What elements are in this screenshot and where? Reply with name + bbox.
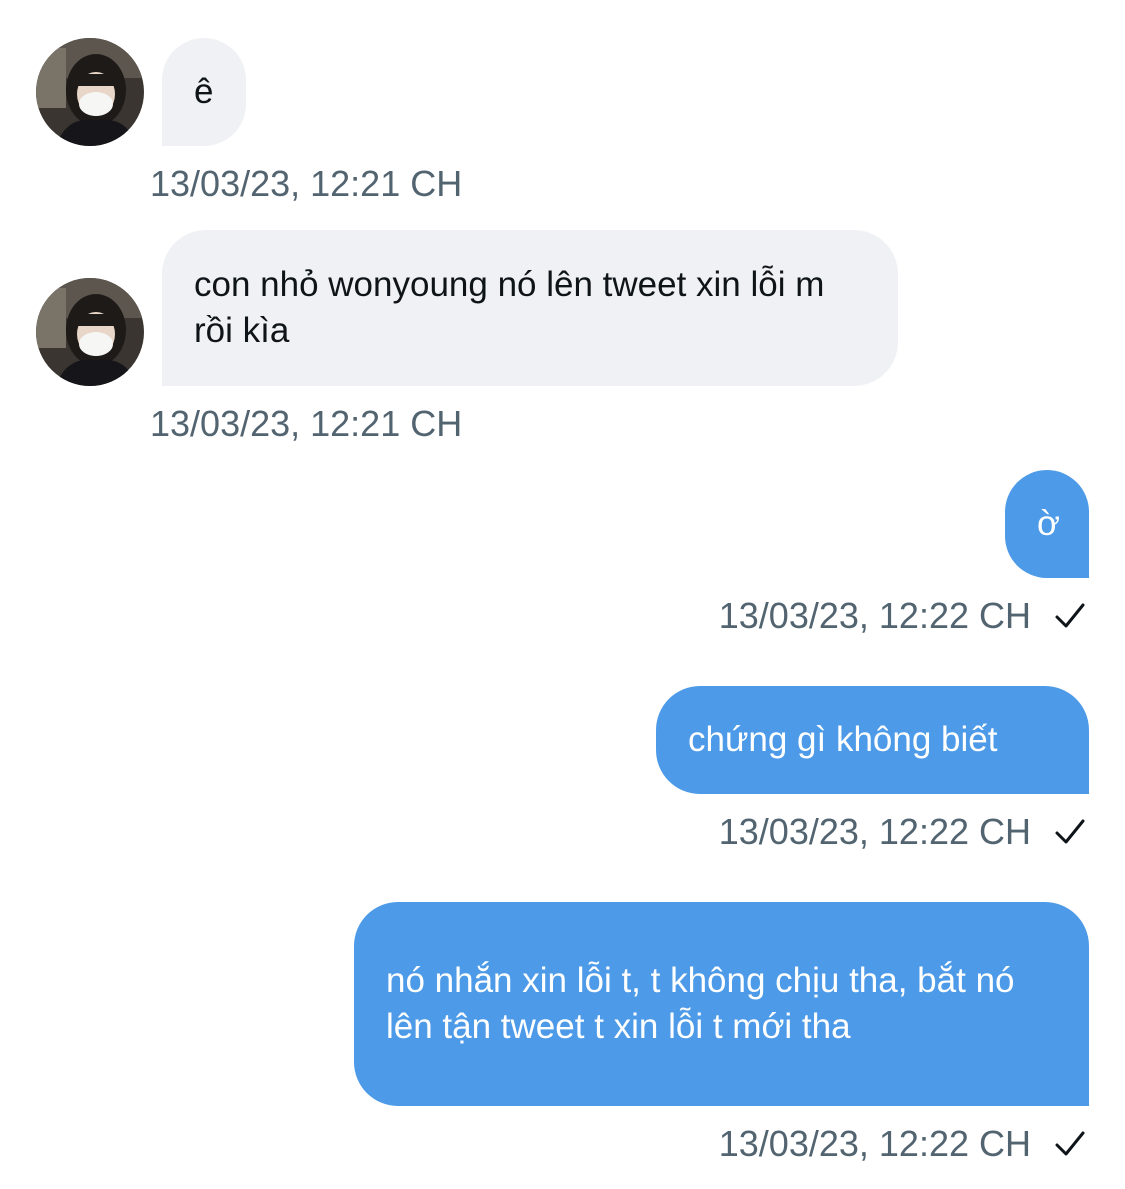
message-text: ờ [1037,504,1060,543]
message-timestamp: 13/03/23, 12:21 CH [150,403,463,444]
message-timestamp: 13/03/23, 12:21 CH [150,163,463,204]
message-text: ê [194,72,214,111]
avatar-photo [36,278,144,386]
message-bubble[interactable]: ê [162,38,246,146]
message-bubble[interactable]: chứng gì không biết [656,686,1089,794]
message-bubble[interactable]: con nhỏ wonyoung nó lên tweet xin lỗi m … [162,230,898,386]
message-timestamp: 13/03/23, 12:22 CH [719,1120,1087,1168]
sent-check-icon [1053,815,1087,849]
message-text: chứng gì không biết [688,720,998,759]
message-timestamp: 13/03/23, 12:22 CH [719,808,1087,856]
message-text: con nhỏ wonyoung nó lên tweet xin lỗi m … [194,265,825,350]
message-timestamp: 13/03/23, 12:22 CH [719,592,1087,640]
sender-avatar[interactable] [36,38,144,146]
sent-check-icon [1053,599,1087,633]
message-bubble[interactable]: ờ [1005,470,1089,578]
sent-check-icon [1053,1127,1087,1161]
message-bubble[interactable]: nó nhắn xin lỗi t, t không chịu tha, bắt… [354,902,1089,1106]
sender-avatar[interactable] [36,278,144,386]
message-text: nó nhắn xin lỗi t, t không chịu tha, bắt… [386,961,1015,1046]
avatar-photo [36,38,144,146]
